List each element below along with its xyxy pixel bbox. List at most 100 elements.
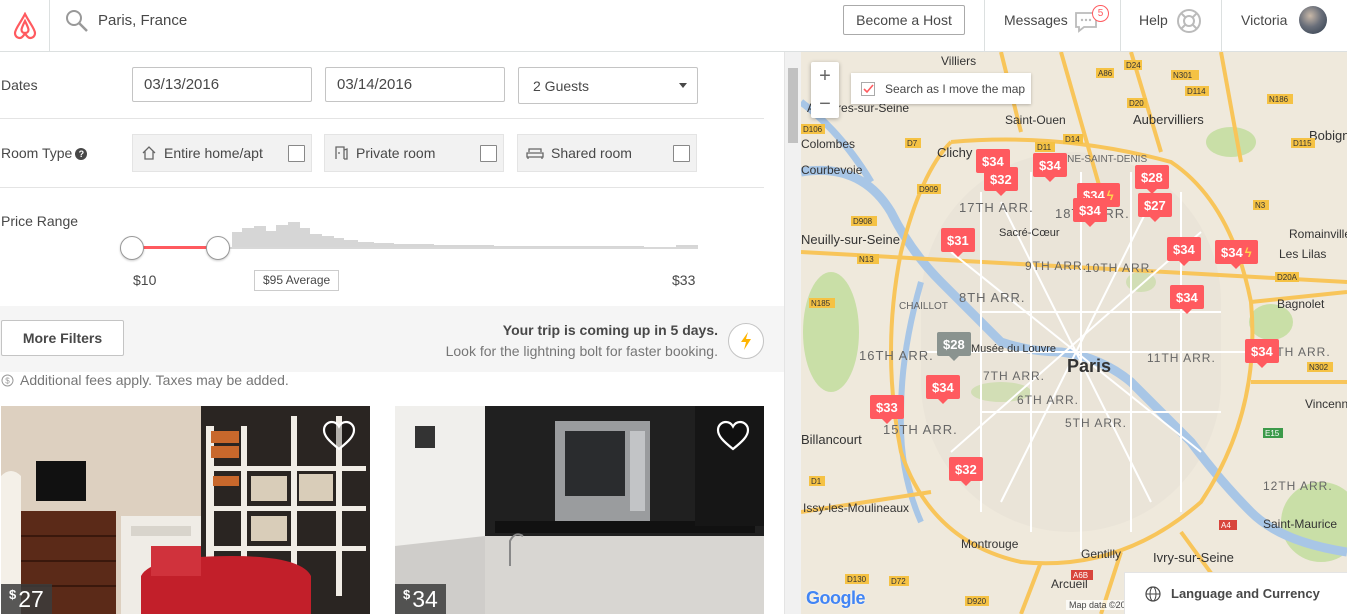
map-place-label: Vincennes <box>1305 397 1347 411</box>
map-price-pin[interactable]: $33 <box>870 395 904 424</box>
map-price-pin[interactable]: $34 <box>926 375 960 404</box>
map-price-pin[interactable]: $32 <box>984 167 1018 196</box>
nav-divider <box>1120 0 1121 51</box>
road-label: N3 <box>1255 201 1266 210</box>
road-label: D115 <box>1293 139 1312 148</box>
map-place-label: Montrouge <box>961 537 1019 551</box>
listing-card[interactable]: $27 <box>1 406 370 614</box>
zoom-in-button[interactable]: + <box>811 62 839 90</box>
map-city-label: Paris <box>1067 356 1111 376</box>
top-nav: Become a Host Messages 5 Help Victoria <box>0 0 1347 52</box>
map-price-pin[interactable]: $34 <box>1245 339 1279 368</box>
map-price-pin[interactable]: $27 <box>1138 193 1172 222</box>
map-place-label: Gentilly <box>1081 547 1121 561</box>
road-label: N302 <box>1309 363 1329 372</box>
chevron-down-icon <box>679 83 687 88</box>
map-price-pin[interactable]: $34 ϟ <box>1215 240 1258 269</box>
price-min-value: $10 <box>133 272 157 288</box>
map-place-label: Sacré-Cœur <box>999 227 1060 239</box>
become-host-button[interactable]: Become a Host <box>843 5 965 35</box>
guests-select[interactable]: 2 Guests <box>518 67 698 104</box>
price-min-handle[interactable] <box>120 236 144 260</box>
room-type-label-text: Entire home/apt <box>164 145 263 161</box>
nav-divider <box>984 0 985 51</box>
listing-card[interactable]: $34 <box>395 406 764 614</box>
map-price-pin[interactable]: $28 <box>937 332 971 361</box>
road-label: D114 <box>1187 87 1206 96</box>
room-type-entire-home[interactable]: Entire home/apt <box>132 134 312 172</box>
lifebuoy-help-icon[interactable] <box>1176 8 1202 39</box>
lightning-bolt-icon <box>728 323 764 359</box>
map-place-label: Bagnolet <box>1277 297 1325 311</box>
map-place-label: 11TH ARR. <box>1147 351 1216 365</box>
search-as-move-checkbox[interactable] <box>861 81 875 96</box>
room-type-label: Room Type? <box>1 145 88 161</box>
road-label: D7 <box>907 139 918 148</box>
room-type-private-room[interactable]: Private room <box>324 134 504 172</box>
search-icon <box>64 8 90 39</box>
map-place-label: Issy-les-Moulineaux <box>803 501 909 515</box>
instant-book-bolt-icon: ϟ <box>1244 244 1252 260</box>
avatar[interactable] <box>1299 6 1327 34</box>
price-max-handle[interactable] <box>206 236 230 260</box>
map-background[interactable]: Villiers Asnières-sur-Seine Saint-Ouen A… <box>801 52 1347 614</box>
listing-photo[interactable] <box>395 406 764 614</box>
map-place-label: 15TH ARR. <box>883 422 958 437</box>
results-scrollbar[interactable] <box>784 52 801 614</box>
map-place-label: 6TH ARR. <box>1017 393 1079 407</box>
user-menu[interactable]: Victoria <box>1241 12 1287 28</box>
road-label: D920 <box>967 597 987 606</box>
search-as-move-toggle[interactable]: Search as I move the map <box>851 73 1031 104</box>
help-link[interactable]: Help <box>1139 12 1168 28</box>
search-results-panel: Dates 03/13/2016 03/14/2016 2 Guests Roo… <box>0 52 784 614</box>
road-label: D130 <box>847 575 867 584</box>
location-search-input[interactable] <box>98 12 398 29</box>
heart-icon[interactable] <box>716 420 750 457</box>
room-type-label-text: Private room <box>356 145 436 161</box>
more-filters-button[interactable]: More Filters <box>1 320 124 356</box>
scrollbar-thumb[interactable] <box>788 68 798 143</box>
road-label: D11 <box>1037 143 1052 152</box>
door-icon <box>333 145 349 161</box>
map-price-pin[interactable]: $28 <box>1135 165 1169 194</box>
messages-link[interactable]: Messages <box>1004 12 1068 28</box>
divider <box>0 187 764 188</box>
map-place-label: 17TH ARR. <box>959 200 1034 215</box>
map-place-label: Clichy <box>937 145 973 160</box>
map-place-label: Musée du Louvre <box>971 343 1056 355</box>
dollar-circle-icon: $ <box>1 374 14 386</box>
map-price-pin[interactable]: $34 <box>1073 198 1107 227</box>
fees-note: $ Additional fees apply. Taxes may be ad… <box>1 372 289 388</box>
language-currency-button[interactable]: Language and Currency <box>1124 572 1347 614</box>
map[interactable]: Villiers Asnières-sur-Seine Saint-Ouen A… <box>801 52 1347 614</box>
instant-book-bolt-icon: ϟ <box>1106 187 1114 203</box>
road-label: D72 <box>891 577 906 586</box>
map-price-pin[interactable]: $34 <box>1033 153 1067 182</box>
map-price-pin[interactable]: $32 <box>949 457 983 486</box>
map-place-label: 10TH ARR. <box>1085 261 1155 275</box>
room-type-shared-room[interactable]: Shared room <box>517 134 697 172</box>
guests-value: 2 Guests <box>533 78 590 94</box>
shared-room-checkbox[interactable] <box>673 145 690 162</box>
map-price-pin[interactable]: $34 <box>1167 237 1201 266</box>
checkout-date-input[interactable]: 03/14/2016 <box>325 67 505 102</box>
price-average-tooltip: $95 Average <box>254 270 340 291</box>
checkin-date-input[interactable]: 03/13/2016 <box>132 67 312 102</box>
house-icon <box>141 145 157 161</box>
road-label: D20 <box>1129 99 1144 108</box>
zoom-out-button[interactable]: − <box>811 90 839 118</box>
map-place-label: 8TH ARR. <box>959 290 1026 305</box>
price-range-label: Price Range <box>1 213 79 229</box>
road-label: D24 <box>1126 61 1141 70</box>
map-place-label: Les Lilas <box>1279 247 1326 261</box>
map-place-label: 16TH ARR. <box>859 348 934 363</box>
heart-icon[interactable] <box>322 420 356 457</box>
map-place-label: Romainville <box>1289 227 1347 241</box>
airbnb-logo-icon[interactable] <box>0 0 50 51</box>
private-room-checkbox[interactable] <box>480 145 497 162</box>
map-price-pin[interactable]: $31 <box>941 228 975 257</box>
map-price-pin[interactable]: $34 <box>1170 285 1204 314</box>
entire-home-checkbox[interactable] <box>288 145 305 162</box>
listing-photo[interactable] <box>1 406 370 614</box>
help-question-icon[interactable]: ? <box>75 148 88 160</box>
